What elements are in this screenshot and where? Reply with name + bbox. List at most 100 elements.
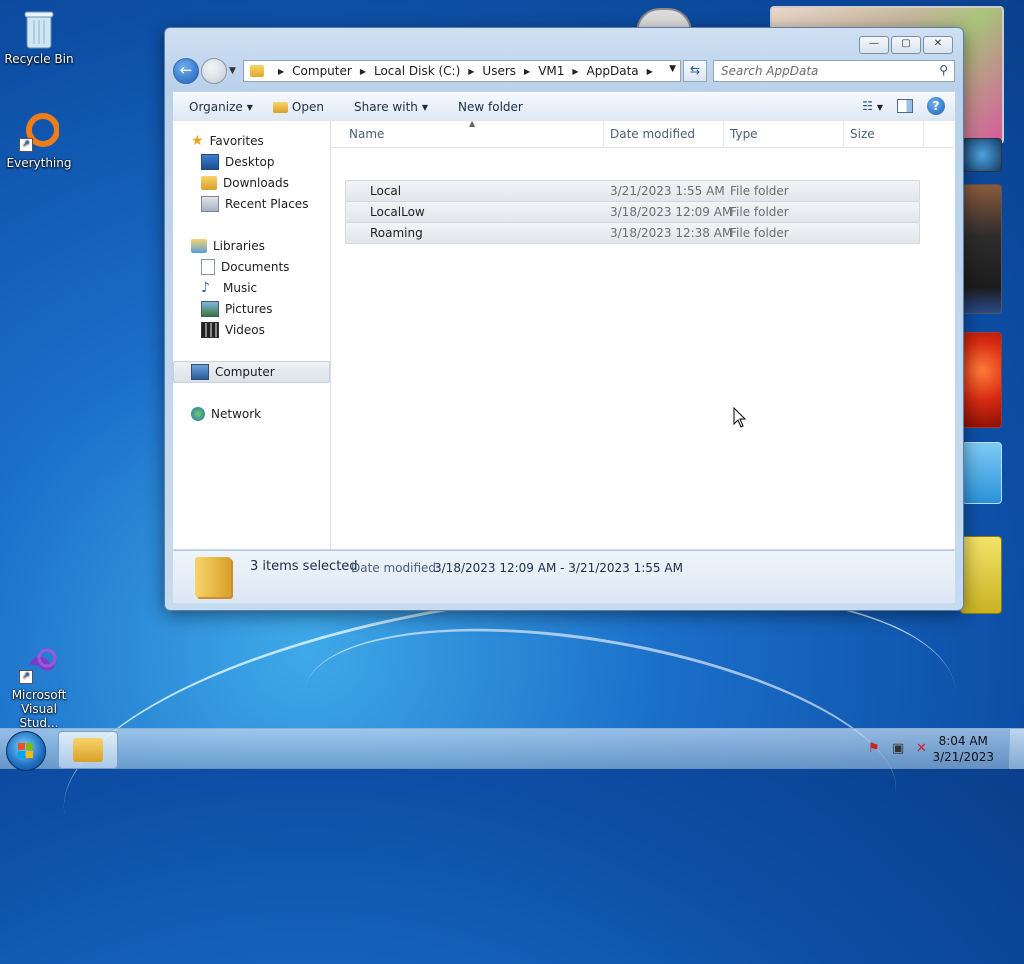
start-button[interactable]: [6, 731, 46, 771]
volume-muted-icon[interactable]: ✕: [916, 741, 932, 757]
new-folder-label: New folder: [458, 100, 523, 114]
nav-label: Favorites: [209, 134, 264, 148]
action-center-flag-icon[interactable]: ⚑: [868, 741, 884, 757]
nav-favorites[interactable]: ★ Favorites: [191, 131, 264, 151]
sort-ascending-icon: ▲: [469, 119, 476, 128]
explorer-window[interactable]: — ▢ ✕ ← ▼ ▶ Computer ▶ Local Disk (C:) ▶…: [164, 27, 964, 611]
breadcrumb-users[interactable]: Users: [482, 64, 516, 78]
folder-open-icon: [272, 101, 288, 113]
desktop-icon-everything[interactable]: ↗ Everything: [1, 112, 77, 170]
nav-pictures[interactable]: Pictures: [201, 299, 273, 319]
breadcrumb-chevron-icon[interactable]: ▶: [524, 67, 530, 76]
videos-icon: [201, 322, 219, 338]
open-label: Open: [291, 100, 324, 114]
nav-label: Pictures: [225, 302, 273, 316]
show-desktop-button[interactable]: [1009, 729, 1024, 769]
nav-downloads[interactable]: Downloads: [201, 173, 289, 193]
back-button[interactable]: ←: [173, 58, 199, 84]
minimize-button[interactable]: —: [859, 36, 889, 54]
breadcrumb-local-disk[interactable]: Local Disk (C:): [374, 64, 460, 78]
nav-libraries[interactable]: Libraries: [191, 236, 265, 256]
column-divider[interactable]: [843, 121, 844, 147]
column-divider[interactable]: [923, 121, 924, 147]
forward-button[interactable]: [201, 58, 227, 84]
nav-network[interactable]: Network: [191, 404, 261, 424]
file-list[interactable]: ▲ Name Date modified Type Size Local 3/2…: [331, 119, 955, 549]
search-icon[interactable]: ⚲: [939, 63, 948, 77]
change-view-icon[interactable]: ☷ ▼: [862, 99, 883, 113]
gadget-media[interactable]: [962, 184, 1002, 314]
gadget-flower-picture[interactable]: [962, 332, 1002, 428]
organize-button[interactable]: Organize ▼: [173, 100, 263, 114]
gadget-yellow[interactable]: [960, 536, 1002, 614]
search-box[interactable]: Search AppData ⚲: [713, 60, 955, 82]
recent-pages-dropdown[interactable]: ▼: [229, 66, 236, 76]
file-type: File folder: [730, 184, 789, 198]
gadget-windows-orb[interactable]: [962, 138, 1002, 172]
clock-time: 8:04 AM: [938, 734, 988, 748]
maximize-button[interactable]: ▢: [891, 36, 921, 54]
refresh-button[interactable]: ⇆: [683, 60, 707, 82]
nav-music[interactable]: ♪ Music: [201, 278, 257, 298]
new-folder-button[interactable]: New folder: [438, 100, 533, 114]
nav-desktop[interactable]: Desktop: [201, 152, 275, 172]
close-button[interactable]: ✕: [923, 36, 953, 54]
file-type: File folder: [730, 226, 789, 240]
address-dropdown-icon[interactable]: ▼: [669, 64, 676, 74]
breadcrumb-appdata[interactable]: AppData: [587, 64, 639, 78]
breadcrumb-computer[interactable]: Computer: [292, 64, 352, 78]
gadget-connect[interactable]: [962, 442, 1002, 504]
column-date-modified[interactable]: Date modified: [610, 127, 695, 141]
breadcrumb-chevron-icon[interactable]: ▶: [647, 67, 653, 76]
refresh-icon: ⇆: [689, 63, 701, 77]
nav-videos[interactable]: Videos: [201, 320, 265, 340]
file-date: 3/18/2023 12:38 AM: [610, 226, 733, 240]
search-input[interactable]: Search AppData: [721, 64, 818, 78]
file-name: LocalLow: [370, 205, 425, 219]
back-arrow-icon: ←: [179, 61, 193, 79]
table-row[interactable]: LocalLow 3/18/2023 12:09 AM File folder: [345, 201, 920, 223]
breadcrumb-chevron-icon[interactable]: ▶: [572, 67, 578, 76]
column-divider[interactable]: [723, 121, 724, 147]
column-size[interactable]: Size: [850, 127, 875, 141]
network-tray-icon[interactable]: ▣: [892, 741, 908, 757]
desktop-icon-visual-studio[interactable]: ↗ Microsoft Visual Stud...: [1, 644, 77, 730]
nav-computer[interactable]: Computer: [191, 362, 275, 382]
clock[interactable]: 8:04 AM 3/21/2023: [932, 733, 994, 765]
file-date: 3/18/2023 12:09 AM: [610, 205, 733, 219]
column-divider[interactable]: [603, 121, 604, 147]
breadcrumb-vm1[interactable]: VM1: [538, 64, 564, 78]
open-button[interactable]: Open: [263, 100, 334, 114]
address-row: ← ▼ ▶ Computer ▶ Local Disk (C:) ▶ Users…: [173, 58, 955, 84]
computer-icon: [191, 364, 209, 380]
clock-date: 3/21/2023: [932, 750, 994, 764]
address-bar[interactable]: ▶ Computer ▶ Local Disk (C:) ▶ Users ▶ V…: [243, 60, 681, 82]
nav-documents[interactable]: Documents: [201, 257, 289, 277]
details-pane: 3 items selected Date modified: 3/18/202…: [173, 550, 955, 603]
table-row[interactable]: Local 3/21/2023 1:55 AM File folder: [345, 180, 920, 202]
view-controls: ☷ ▼ ?: [862, 97, 945, 115]
nav-label: Documents: [221, 260, 290, 274]
column-type[interactable]: Type: [730, 127, 758, 141]
nav-label: Desktop: [225, 155, 275, 169]
desktop-icon-recycle-bin[interactable]: Recycle Bin: [1, 8, 77, 66]
column-name[interactable]: Name: [349, 127, 384, 141]
file-name: Local: [370, 184, 402, 198]
visual-studio-icon: ↗: [19, 644, 59, 684]
selection-count: 3 items selected: [250, 559, 358, 574]
organize-label: Organize: [189, 100, 243, 114]
taskbar: ⚑ ▣ ✕ 8:04 AM 3/21/2023: [0, 728, 1024, 771]
help-icon[interactable]: ?: [927, 97, 945, 115]
table-row[interactable]: Roaming 3/18/2023 12:38 AM File folder: [345, 222, 920, 244]
desktop-icon-label: Everything: [6, 156, 72, 170]
nav-label: Downloads: [223, 176, 289, 190]
windows-logo-icon: [18, 743, 34, 759]
breadcrumb-chevron-icon[interactable]: ▶: [468, 67, 474, 76]
file-date: 3/21/2023 1:55 AM: [610, 184, 725, 198]
nav-recent-places[interactable]: Recent Places: [201, 194, 308, 214]
share-with-button[interactable]: Share with ▼: [334, 100, 438, 114]
breadcrumb-chevron-icon[interactable]: ▶: [360, 67, 366, 76]
preview-pane-icon[interactable]: [897, 99, 913, 113]
breadcrumb-chevron-icon[interactable]: ▶: [278, 67, 284, 76]
taskbar-explorer-button[interactable]: [58, 731, 118, 769]
